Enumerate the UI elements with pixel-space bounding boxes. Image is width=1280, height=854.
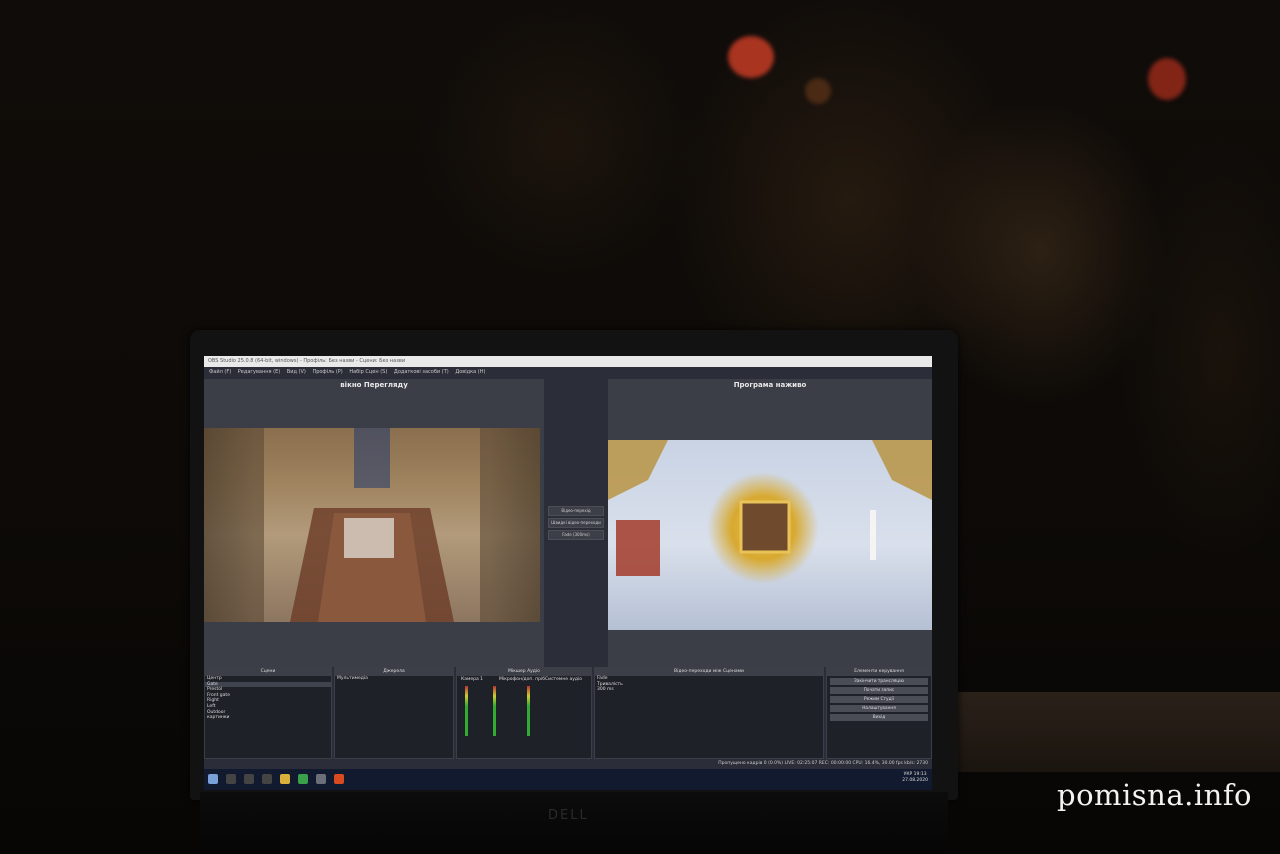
mixer-title: Мікшер Аудіо bbox=[457, 668, 591, 676]
taskbar-time: 19:13 bbox=[913, 772, 927, 777]
start-recording-button[interactable]: Почати запис bbox=[830, 687, 928, 694]
scenes-dock: Сцени Центр Gate Prestol Front gate Righ… bbox=[204, 667, 332, 759]
laptop-brand: DELL bbox=[548, 808, 589, 823]
wooden-table bbox=[950, 692, 1280, 772]
scenes-title: Сцени bbox=[205, 668, 331, 676]
quick-transitions-label: Швидкі відео-переходи bbox=[548, 518, 604, 528]
obs-icon[interactable] bbox=[316, 774, 326, 784]
transitions-title: Відео-переходи між Сценами bbox=[595, 668, 823, 676]
sources-title: Джерела bbox=[335, 668, 453, 676]
audio-meter bbox=[465, 686, 468, 736]
menu-item[interactable]: Додаткові засоби (T) bbox=[394, 369, 449, 375]
studio-mode-button[interactable]: Режим Студії bbox=[830, 696, 928, 703]
sources-dock: Джерела Мультимедіа bbox=[334, 667, 454, 759]
windows-taskbar: УКР 19:13 27.08.2020 bbox=[204, 769, 932, 790]
menu-item[interactable]: Редагування (E) bbox=[238, 369, 280, 375]
program-label: Програма наживо bbox=[733, 381, 807, 389]
start-icon[interactable] bbox=[208, 774, 218, 784]
transition-button[interactable]: Відео-перехід bbox=[548, 506, 604, 516]
transition-select[interactable]: Fade (300ms) bbox=[548, 530, 604, 540]
audio-mixer-dock: Мікшер Аудіо Камера 1 Мікрофон/доп. пріб… bbox=[456, 667, 592, 759]
app-icon[interactable] bbox=[334, 774, 344, 784]
transition-controls: Відео-перехід Швидкі відео-переходи Fade… bbox=[548, 506, 604, 606]
menu-item[interactable]: Вид (V) bbox=[287, 369, 306, 375]
store-icon[interactable] bbox=[262, 774, 272, 784]
bokeh-light bbox=[1148, 58, 1186, 100]
explorer-icon[interactable] bbox=[280, 774, 290, 784]
preview-label: вікно Перегляду bbox=[340, 381, 408, 389]
audio-meter bbox=[527, 686, 530, 736]
controls-dock: Елементи керування Закінчити трансляцію … bbox=[826, 667, 932, 759]
laptop-base bbox=[200, 792, 948, 854]
bokeh-light bbox=[805, 78, 831, 104]
chrome-icon[interactable] bbox=[298, 774, 308, 784]
search-icon[interactable] bbox=[226, 774, 236, 784]
dock-area: Сцени Центр Gate Prestol Front gate Righ… bbox=[204, 667, 932, 759]
scene-item[interactable]: картинки bbox=[205, 715, 331, 721]
program-image bbox=[608, 440, 932, 576]
status-bar: Пропущено кадрів 0 (0.0%) LIVE: 02:25:07… bbox=[204, 759, 932, 769]
watermark: pomisna.info bbox=[1057, 778, 1253, 812]
task-view-icon[interactable] bbox=[244, 774, 254, 784]
audio-meter bbox=[493, 686, 496, 736]
menu-item[interactable]: Профіль (P) bbox=[312, 369, 342, 375]
source-item[interactable]: Мультимедіа bbox=[335, 676, 453, 682]
taskbar-lang[interactable]: УКР bbox=[904, 772, 913, 777]
mixer-channel-name: Камера 1 bbox=[461, 677, 484, 682]
icon-camera-feed bbox=[608, 440, 932, 630]
window-title: OBS Studio 25.0.8 (64-bit, windows) - Пр… bbox=[204, 356, 932, 367]
church-interior-camera-feed bbox=[204, 428, 540, 622]
transitions-dock: Відео-переходи між Сценами Fade Триваліс… bbox=[594, 667, 824, 759]
preview-image bbox=[204, 428, 540, 622]
stop-streaming-button[interactable]: Закінчити трансляцію bbox=[830, 678, 928, 685]
controls-title: Елементи керування bbox=[827, 668, 931, 676]
taskbar-date: 27.08.2020 bbox=[902, 778, 928, 783]
menu-bar: Файл (F) Редагування (E) Вид (V) Профіль… bbox=[204, 367, 932, 377]
mixer-channel-name: Мікрофон/доп. пріб bbox=[499, 677, 546, 682]
menu-item[interactable]: Файл (F) bbox=[209, 369, 231, 375]
bokeh-light bbox=[728, 36, 774, 78]
menu-item[interactable]: Довідка (H) bbox=[455, 369, 485, 375]
laptop-screen: OBS Studio 25.0.8 (64-bit, windows) - Пр… bbox=[204, 356, 932, 790]
exit-button[interactable]: Вихід bbox=[830, 714, 928, 721]
menu-item[interactable]: Набір Сцен (S) bbox=[349, 369, 387, 375]
duration-value[interactable]: 300 ms bbox=[595, 687, 823, 693]
taskbar-clock[interactable]: УКР 19:13 27.08.2020 bbox=[902, 772, 928, 784]
mixer-channel-name: Системне аудіо bbox=[545, 677, 583, 682]
settings-button[interactable]: Налаштування bbox=[830, 705, 928, 712]
